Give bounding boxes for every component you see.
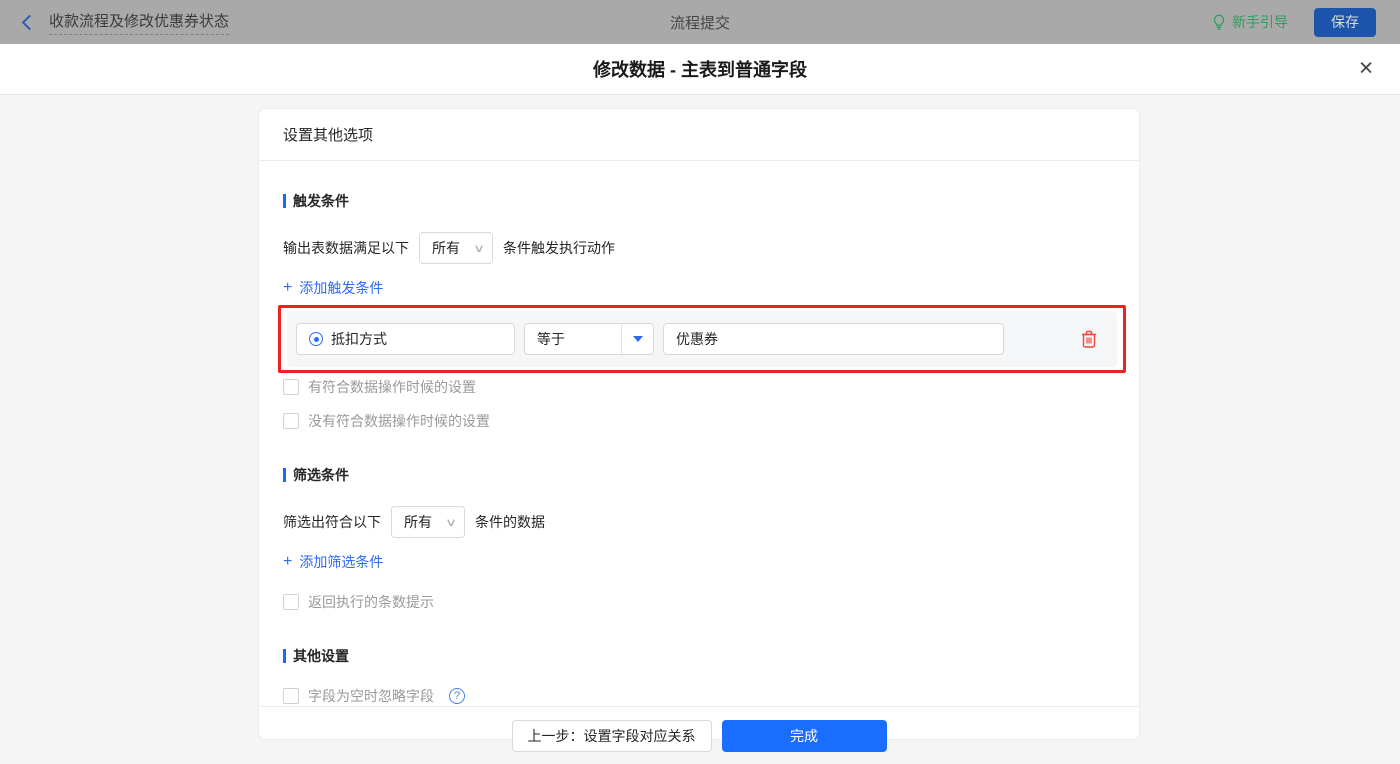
trigger-prefix-text: 输出表数据满足以下	[283, 240, 409, 256]
condition-field-selector[interactable]: 抵扣方式	[296, 323, 515, 355]
trigger-match-row: 输出表数据满足以下 所有 ∨ 条件触发执行动作	[283, 232, 1115, 264]
section-bar-icon	[283, 468, 286, 482]
top-bar-right: 新手引导 保存	[1212, 7, 1376, 37]
trigger-section-title: 触发条件	[283, 191, 1115, 211]
filter-match-select-value: 所有	[404, 514, 432, 530]
card-footer: 上一步：设置字段对应关系 完成	[259, 706, 1139, 764]
trigger-match-select-value: 所有	[432, 240, 460, 256]
trash-icon	[1082, 330, 1096, 348]
filter-suffix-text: 条件的数据	[475, 514, 545, 530]
section-bar-icon	[283, 194, 286, 208]
condition-operator-value: 等于	[537, 331, 565, 347]
condition-field-label: 抵扣方式	[331, 331, 387, 347]
flow-title[interactable]: 收款流程及修改优惠券状态	[49, 10, 230, 35]
trigger-condition-row: 抵扣方式 等于 优惠券	[287, 311, 1117, 367]
checkbox-ignore-empty-label: 字段为空时忽略字段	[308, 688, 434, 704]
checkbox-has-match-label: 有符合数据操作时候的设置	[308, 379, 476, 395]
trigger-match-select[interactable]: 所有 ∨	[419, 232, 493, 264]
done-button[interactable]: 完成	[721, 719, 887, 752]
other-section-title: 其他设置	[283, 646, 1115, 666]
checkbox-no-match[interactable]	[283, 413, 299, 429]
trigger-suffix-text: 条件触发执行动作	[503, 240, 615, 256]
help-icon[interactable]: ?	[449, 688, 465, 704]
modal-body: 设置其他选项 触发条件 输出表数据满足以下 所有 ∨ 条件触发执行动作 + 添加…	[0, 95, 1400, 755]
checkbox-row-has-match[interactable]: 有符合数据操作时候的设置	[283, 377, 1115, 397]
section-bar-icon	[283, 649, 286, 663]
condition-operator-select[interactable]: 等于	[524, 323, 654, 355]
chevron-down-icon: ∨	[444, 516, 458, 529]
checkbox-count-tip-label: 返回执行的条数提示	[308, 594, 434, 610]
checkbox-row-count-tip[interactable]: 返回执行的条数提示	[283, 592, 1115, 612]
triangle-down-icon	[632, 336, 643, 342]
filter-section-title: 筛选条件	[283, 465, 1115, 485]
condition-value-input[interactable]: 优惠券	[663, 323, 1004, 355]
add-filter-row: + 添加筛选条件	[283, 552, 1115, 572]
other-section-label: 其他设置	[293, 648, 349, 664]
plus-icon: +	[283, 553, 293, 570]
operator-caret-box[interactable]	[621, 324, 653, 354]
add-trigger-row: + 添加触发条件	[283, 278, 1115, 298]
top-bar-left: 收款流程及修改优惠券状态	[21, 10, 230, 35]
card-content: 触发条件 输出表数据满足以下 所有 ∨ 条件触发执行动作 + 添加触发条件 抵扣…	[259, 161, 1139, 706]
checkbox-no-match-label: 没有符合数据操作时候的设置	[308, 413, 490, 429]
back-icon[interactable]	[21, 14, 38, 30]
add-trigger-condition-label: 添加触发条件	[299, 280, 384, 296]
add-filter-condition-label: 添加筛选条件	[299, 554, 384, 570]
checkbox-ignore-empty[interactable]	[283, 688, 299, 704]
save-button[interactable]: 保存	[1314, 7, 1376, 37]
trigger-section-label: 触发条件	[293, 193, 349, 209]
checkbox-row-ignore-empty[interactable]: 字段为空时忽略字段 ?	[283, 686, 1115, 706]
radio-field-type-icon	[309, 332, 323, 346]
checkbox-has-match[interactable]	[283, 379, 299, 395]
add-filter-condition-link[interactable]: + 添加筛选条件	[283, 552, 383, 572]
beginner-guide-label: 新手引导	[1232, 14, 1288, 30]
lightbulb-icon	[1213, 14, 1225, 30]
filter-prefix-text: 筛选出符合以下	[283, 514, 381, 530]
filter-match-row: 筛选出符合以下 所有 ∨ 条件的数据	[283, 506, 1115, 538]
filter-match-select[interactable]: 所有 ∨	[391, 506, 465, 538]
annotation-highlight-box: 抵扣方式 等于 优惠券	[278, 305, 1126, 373]
beginner-guide-link[interactable]: 新手引导	[1212, 12, 1288, 32]
top-bar: 收款流程及修改优惠券状态 流程提交 新手引导 保存	[0, 0, 1400, 44]
filter-section-label: 筛选条件	[293, 467, 349, 483]
add-trigger-condition-link[interactable]: + 添加触发条件	[283, 278, 383, 298]
checkbox-count-tip[interactable]	[283, 594, 299, 610]
modal-title: 修改数据 - 主表到普通字段	[593, 60, 807, 80]
close-icon[interactable]: ✕	[1358, 60, 1374, 79]
app-root: 收款流程及修改优惠券状态 流程提交 新手引导 保存 修改数据 - 主表到普通字段…	[0, 0, 1400, 755]
delete-condition-button[interactable]	[1081, 330, 1097, 348]
card-title: 设置其他选项	[259, 109, 1139, 161]
chevron-down-icon: ∨	[472, 242, 486, 255]
previous-step-button[interactable]: 上一步：设置字段对应关系	[511, 719, 712, 752]
modal-header: 修改数据 - 主表到普通字段 ✕	[0, 44, 1400, 95]
checkbox-row-no-match[interactable]: 没有符合数据操作时候的设置	[283, 411, 1115, 431]
plus-icon: +	[283, 279, 293, 296]
options-card: 设置其他选项 触发条件 输出表数据满足以下 所有 ∨ 条件触发执行动作 + 添加…	[258, 108, 1140, 752]
